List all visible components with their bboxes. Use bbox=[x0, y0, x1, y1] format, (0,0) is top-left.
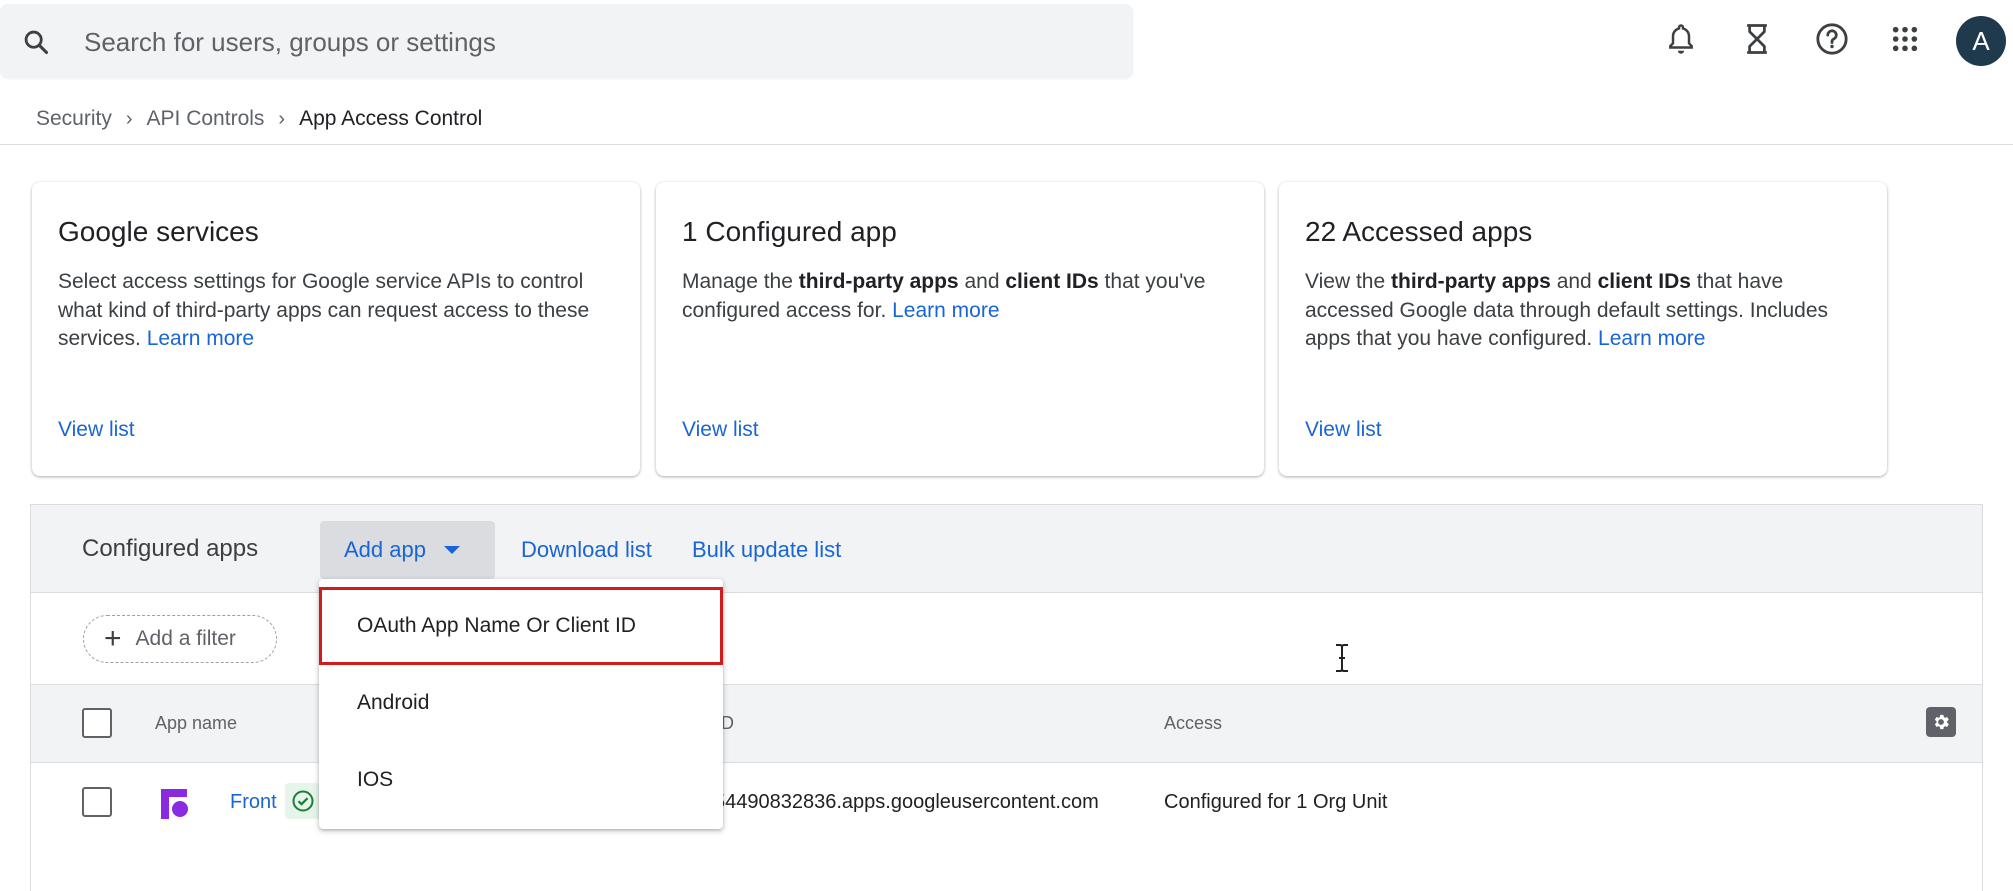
add-app-menu: OAuth App Name Or Client ID Android IOS bbox=[319, 579, 723, 829]
client-id-cell: 54490832836.apps.googleusercontent.com bbox=[714, 791, 1099, 813]
search-icon[interactable] bbox=[22, 28, 50, 56]
learn-more-link[interactable]: Learn more bbox=[892, 299, 999, 322]
plus-icon: + bbox=[104, 622, 122, 655]
help-icon[interactable] bbox=[1815, 22, 1849, 56]
card-desc-text: Select access settings for Google servic… bbox=[58, 270, 590, 350]
card-description: Select access settings for Google servic… bbox=[58, 268, 628, 354]
card-desc-bold: third-party apps bbox=[1391, 270, 1551, 293]
bell-icon[interactable] bbox=[1664, 22, 1698, 56]
breadcrumb-api-controls[interactable]: API Controls bbox=[147, 107, 265, 131]
hourglass-icon[interactable] bbox=[1740, 22, 1774, 56]
card-title: 22 Accessed apps bbox=[1305, 216, 1533, 247]
learn-more-link[interactable]: Learn more bbox=[1598, 327, 1705, 350]
app-name-link[interactable]: Front bbox=[230, 791, 277, 814]
front-app-logo-icon bbox=[161, 789, 188, 819]
menu-item-ios[interactable]: IOS bbox=[319, 741, 723, 819]
access-cell: Configured for 1 Org Unit bbox=[1164, 791, 1388, 813]
card-desc-text: View the bbox=[1305, 270, 1391, 293]
caret-down-icon bbox=[443, 546, 460, 554]
chevron-right-icon: › bbox=[278, 107, 286, 130]
avatar-initial: A bbox=[1972, 25, 1990, 56]
card-configured-app: 1 Configured app Manage the third-party … bbox=[656, 182, 1264, 476]
menu-item-oauth[interactable]: OAuth App Name Or Client ID bbox=[319, 587, 723, 665]
add-filter-label: Add a filter bbox=[135, 627, 236, 650]
card-title: Google services bbox=[58, 216, 259, 247]
card-desc-text: and bbox=[958, 270, 1006, 293]
top-bar: A bbox=[0, 0, 2013, 82]
view-list-link[interactable]: View list bbox=[682, 418, 759, 442]
divider bbox=[0, 144, 2013, 145]
select-all-checkbox[interactable] bbox=[82, 708, 112, 738]
add-app-button[interactable]: Add app bbox=[320, 521, 495, 579]
view-list-link[interactable]: View list bbox=[1305, 418, 1382, 442]
column-app-name[interactable]: App name bbox=[155, 713, 237, 734]
card-desc-bold: third-party apps bbox=[798, 270, 959, 293]
card-accessed-apps: 22 Accessed apps View the third-party ap… bbox=[1279, 182, 1887, 476]
add-app-label: Add app bbox=[344, 537, 426, 562]
card-desc-text: Manage the bbox=[682, 270, 799, 293]
text-cursor-icon bbox=[1336, 644, 1348, 672]
row-checkbox[interactable] bbox=[82, 787, 112, 817]
bulk-update-list-link[interactable]: Bulk update list bbox=[692, 537, 841, 563]
breadcrumb: Security › API Controls › App Access Con… bbox=[36, 104, 482, 134]
verified-check-icon bbox=[285, 783, 321, 819]
column-access[interactable]: Access bbox=[1164, 713, 1222, 734]
view-list-link[interactable]: View list bbox=[58, 418, 135, 442]
menu-item-android[interactable]: Android bbox=[319, 664, 723, 742]
avatar[interactable]: A bbox=[1956, 16, 2006, 66]
apps-grid-icon[interactable] bbox=[1888, 22, 1922, 56]
panel-title: Configured apps bbox=[82, 535, 259, 562]
chevron-right-icon: › bbox=[125, 107, 133, 130]
search-box[interactable] bbox=[0, 4, 1133, 78]
card-desc-bold: client IDs bbox=[1597, 270, 1691, 293]
card-description: View the third-party apps and client IDs… bbox=[1305, 268, 1875, 354]
breadcrumb-security[interactable]: Security bbox=[36, 107, 112, 131]
gear-icon[interactable] bbox=[1926, 707, 1956, 737]
breadcrumb-current: App Access Control bbox=[299, 107, 483, 130]
card-title: 1 Configured app bbox=[682, 216, 897, 247]
download-list-link[interactable]: Download list bbox=[521, 537, 652, 563]
card-desc-bold: client IDs bbox=[1005, 270, 1099, 293]
card-desc-text: and bbox=[1550, 270, 1598, 293]
learn-more-link[interactable]: Learn more bbox=[147, 327, 254, 350]
card-google-services: Google services Select access settings f… bbox=[32, 182, 640, 476]
search-input[interactable] bbox=[84, 24, 1084, 60]
add-filter-button[interactable]: + Add a filter bbox=[83, 615, 277, 663]
card-description: Manage the third-party apps and client I… bbox=[682, 268, 1252, 325]
